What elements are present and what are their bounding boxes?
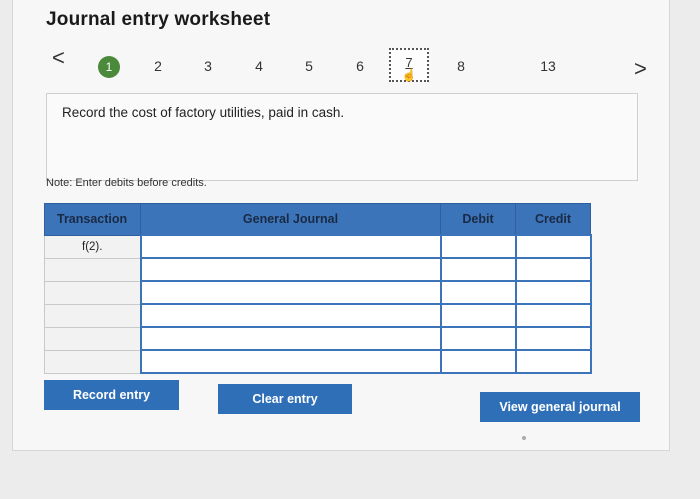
debit-input[interactable]	[439, 303, 517, 328]
account-input[interactable]	[139, 349, 442, 374]
record-entry-button[interactable]: Record entry	[44, 380, 179, 410]
step-5[interactable]: 5	[298, 58, 320, 74]
next-arrow-icon[interactable]: >	[634, 58, 647, 80]
hand-pointer-icon: ☝	[401, 68, 417, 82]
transaction-cell	[44, 349, 141, 374]
transaction-cell	[44, 303, 141, 328]
table-row: f(2).	[44, 234, 592, 259]
step-13[interactable]: 13	[537, 58, 559, 74]
account-input[interactable]	[139, 280, 442, 305]
debit-input[interactable]	[439, 234, 517, 259]
step-4[interactable]: 4	[248, 58, 270, 74]
credit-input[interactable]	[514, 326, 592, 351]
header-debit: Debit	[440, 203, 516, 236]
credit-input[interactable]	[514, 303, 592, 328]
table-row	[44, 326, 592, 351]
debit-input[interactable]	[439, 280, 517, 305]
header-general-journal: General Journal	[140, 203, 441, 236]
decorative-dot	[522, 436, 526, 440]
transaction-cell	[44, 280, 141, 305]
prompt-text: Record the cost of factory utilities, pa…	[62, 105, 345, 120]
journal-table: Transaction General Journal Debit Credit…	[44, 203, 592, 374]
table-row	[44, 303, 592, 328]
header-transaction: Transaction	[44, 203, 141, 236]
step-2[interactable]: 2	[147, 58, 169, 74]
transaction-cell	[44, 326, 141, 351]
credit-input[interactable]	[514, 234, 592, 259]
table-row	[44, 349, 592, 374]
header-credit: Credit	[515, 203, 591, 236]
credit-input[interactable]	[514, 257, 592, 282]
table-row	[44, 280, 592, 305]
table-header-row: Transaction General Journal Debit Credit	[44, 203, 591, 236]
prompt-box: Record the cost of factory utilities, pa…	[46, 93, 638, 181]
transaction-cell	[44, 257, 141, 282]
clear-entry-button[interactable]: Clear entry	[218, 384, 352, 414]
transaction-cell: f(2).	[44, 234, 141, 259]
debit-input[interactable]	[439, 349, 517, 374]
account-input[interactable]	[139, 257, 442, 282]
account-input[interactable]	[139, 234, 442, 259]
step-7[interactable]: 7 ☝	[389, 48, 429, 82]
previous-arrow-icon[interactable]: <	[52, 47, 65, 69]
debit-input[interactable]	[439, 257, 517, 282]
credit-input[interactable]	[514, 280, 592, 305]
account-input[interactable]	[139, 326, 442, 351]
debit-input[interactable]	[439, 326, 517, 351]
step-8[interactable]: 8	[450, 58, 472, 74]
page-title: Journal entry worksheet	[46, 9, 271, 30]
table-row	[44, 257, 592, 282]
step-6[interactable]: 6	[349, 58, 371, 74]
step-1[interactable]: 1	[98, 56, 120, 78]
step-3[interactable]: 3	[197, 58, 219, 74]
note-text: Note: Enter debits before credits.	[46, 177, 207, 189]
account-input[interactable]	[139, 303, 442, 328]
credit-input[interactable]	[514, 349, 592, 374]
view-general-journal-button[interactable]: View general journal	[480, 392, 640, 422]
